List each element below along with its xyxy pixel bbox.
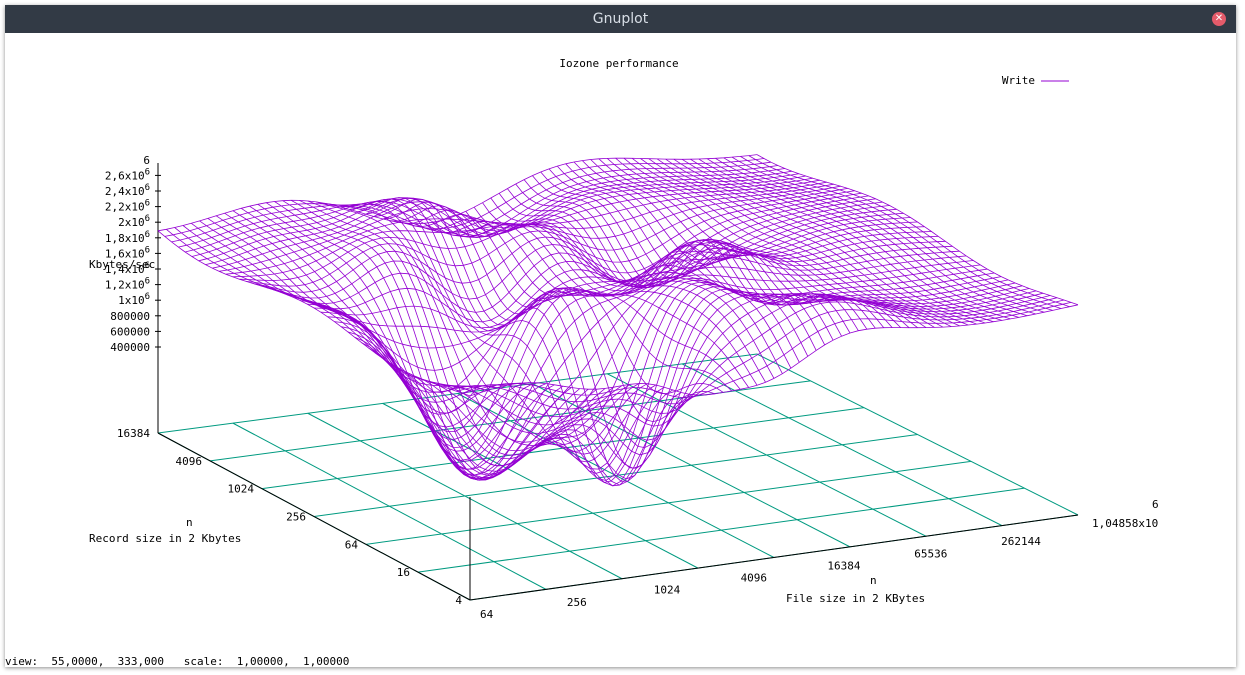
grid-line-y	[366, 461, 971, 544]
x-tick-label: 1,04858x10	[1092, 517, 1158, 530]
z-top-exponent: 6	[143, 154, 150, 167]
axes	[158, 163, 1078, 600]
x-tick-label: 64	[480, 608, 494, 621]
close-icon[interactable]: ✕	[1212, 12, 1226, 26]
x-tick-label: 262144	[1001, 535, 1041, 548]
z-tick-label: 1,8x106	[105, 230, 150, 245]
title-bar[interactable]: Gnuplot ✕	[5, 5, 1236, 33]
surface-isoline-file	[158, 231, 470, 396]
y-tick-label: 16	[397, 566, 410, 579]
surface-mesh	[158, 155, 1078, 486]
y-axis-line	[158, 433, 470, 600]
y-tick-label: 16384	[117, 427, 150, 440]
x-axis-exponent: n	[870, 574, 877, 587]
x-tick-labels: 64 256 1024 4096 16384 65536 262144 1,04858x10	[480, 517, 1158, 621]
x-tick-label: 65536	[914, 547, 947, 560]
x-tick-label: 16384	[827, 559, 860, 572]
y-tick-label: 4	[455, 594, 462, 607]
z-tick-label: 2x106	[118, 214, 150, 229]
y-tick-label: 1024	[228, 483, 255, 496]
z-tick-label: 400000	[110, 341, 150, 354]
status-bar: view: 55,0000, 333,000 scale: 1,00000, 1…	[5, 655, 349, 667]
plot-canvas[interactable]: Iozone performance Write 400000 600000 800…	[5, 33, 1236, 655]
x-tick-label: 4096	[741, 572, 768, 585]
x-tick-label: 1024	[654, 584, 681, 597]
z-axis-label: Kbytes/sec	[89, 258, 155, 271]
y-axis-exponent: n	[186, 516, 193, 529]
y-tick-label: 4096	[176, 455, 203, 468]
surface-isoline-file	[258, 204, 572, 478]
surface-isoline-record	[321, 227, 925, 432]
surface-isoline-file	[699, 159, 1019, 317]
gnuplot-window: Gnuplot ✕ Iozone performance Write 40000…	[5, 5, 1236, 667]
y-tick-label: 256	[286, 511, 306, 524]
surface-isoline-record	[307, 218, 910, 393]
z-tick-label: 600000	[110, 325, 150, 338]
z-tick-label: 1,2x106	[105, 277, 150, 292]
x-axis-line	[470, 515, 1078, 600]
legend-entry-write: Write	[1002, 74, 1035, 87]
surface-isoline-file	[541, 172, 859, 331]
surface-isoline-record	[328, 232, 932, 448]
y-axis-label: Record size in 2 Kbytes	[89, 532, 241, 545]
surface-isoline-record	[287, 206, 890, 333]
surface-isoline-record	[463, 302, 1071, 397]
z-tick-label: 800000	[110, 310, 150, 323]
grid-line-y	[314, 435, 918, 517]
floor-grid	[158, 354, 1078, 600]
y-tick-label: 64	[345, 538, 359, 551]
x-axis-label: File size in 2 KBytes	[786, 592, 925, 605]
z-tick-label: 2,4x106	[105, 183, 150, 198]
x-tick-label: 256	[567, 596, 587, 609]
z-tick-label: 2,6x106	[105, 167, 150, 182]
z-tick-label: 2,2x106	[105, 199, 150, 214]
chart-title: Iozone performance	[559, 57, 678, 70]
surface-isoline-record	[395, 277, 1001, 481]
surface-isoline-file	[749, 156, 1070, 307]
z-tick-label: 1x106	[118, 292, 150, 307]
window-title: Gnuplot	[5, 5, 1236, 33]
x-tick-exponent: 6	[1152, 498, 1159, 511]
